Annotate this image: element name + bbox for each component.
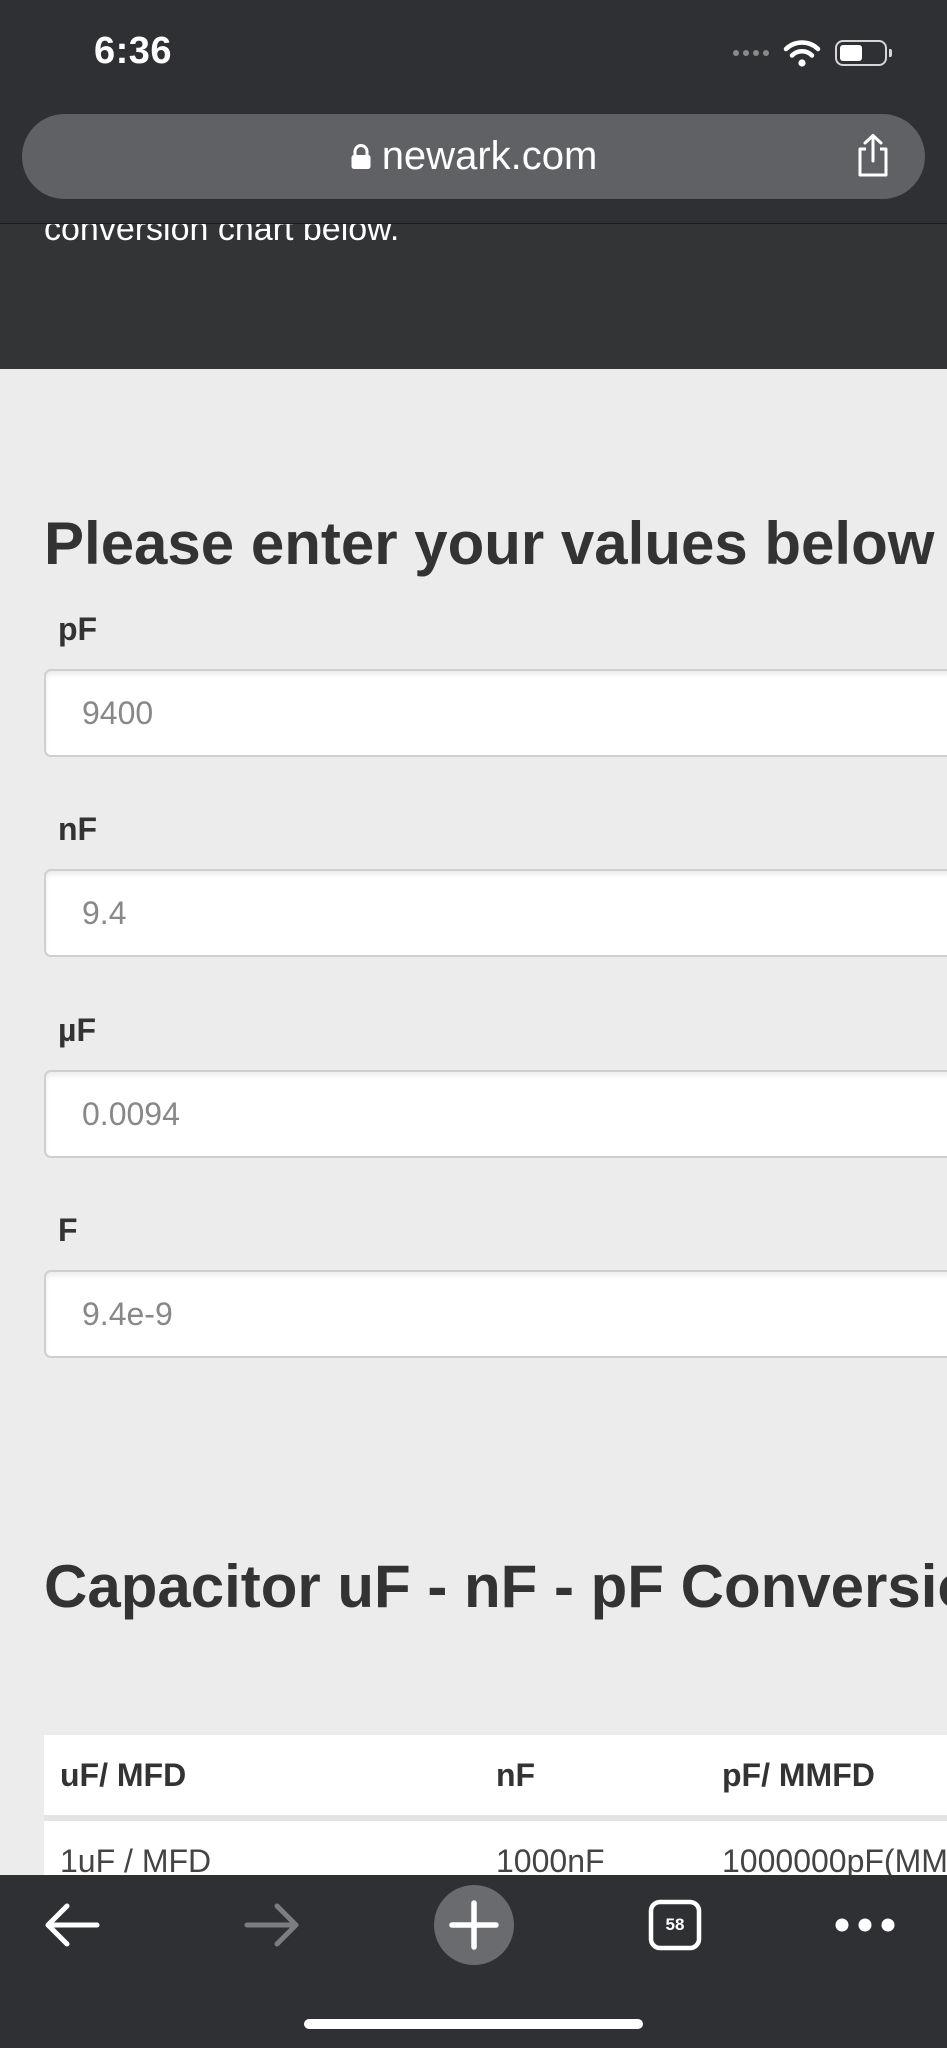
url-text: newark.com [381,134,598,178]
battery-icon [835,40,892,66]
table-cell: 1000000pF(MMFD) [722,1843,947,1875]
page-header-strip: conversion chart below. [0,223,947,369]
tab-count: 58 [665,1915,685,1934]
lock-icon [351,143,371,169]
status-time: 6:36 [94,30,173,72]
home-indicator[interactable] [304,2019,643,2029]
table-header-row: uF/ MFD nF pF/ MMFD [44,1735,947,1821]
table-row: 1uF / MFD 1000nF 1000000pF(MMFD) [44,1818,947,1875]
new-tab-button[interactable] [429,1875,519,1975]
address-bar[interactable]: newark.com [22,114,925,199]
wifi-icon [783,40,821,67]
browser-top-chrome: 6:36 newark.com [0,0,947,225]
table-header-pf: pF/ MMFD [706,1735,947,1821]
more-button[interactable] [820,1875,910,1975]
intro-text: conversion chart below. [44,223,400,248]
tabs-icon: 58 [648,1899,702,1951]
ellipsis-icon [835,1918,895,1932]
f-input[interactable] [44,1270,947,1358]
table-cell: 1uF / MFD [60,1843,212,1875]
conversion-table: uF/ MFD nF pF/ MMFD 1uF / MFD 1000nF 100… [44,1735,947,1875]
plus-circle-icon [434,1885,514,1965]
uf-label: µF [58,1012,96,1048]
arrow-right-icon [244,1903,299,1947]
pf-label: pF [58,611,98,647]
tabs-button[interactable]: 58 [630,1875,720,1975]
arrow-left-icon [45,1903,100,1947]
status-icons [733,36,892,70]
cellular-signal-icon [733,50,769,56]
table-header-uf: uF/ MFD [44,1735,480,1821]
forward-button[interactable] [230,1875,314,1975]
table-header-nf: nF [480,1735,706,1821]
f-label: F [58,1212,78,1248]
share-icon[interactable] [851,132,895,180]
pf-input[interactable] [44,669,947,757]
nf-label: nF [58,811,98,847]
nf-input[interactable] [44,869,947,957]
table-cell: 1000nF [496,1843,605,1875]
form-heading: Please enter your values below [44,510,935,577]
back-button[interactable] [30,1875,114,1975]
uf-input[interactable] [44,1070,947,1158]
page-content: Please enter your values below pF nF µF … [0,368,947,1875]
chart-heading: Capacitor uF - nF - pF Conversion Chart [44,1553,947,1620]
